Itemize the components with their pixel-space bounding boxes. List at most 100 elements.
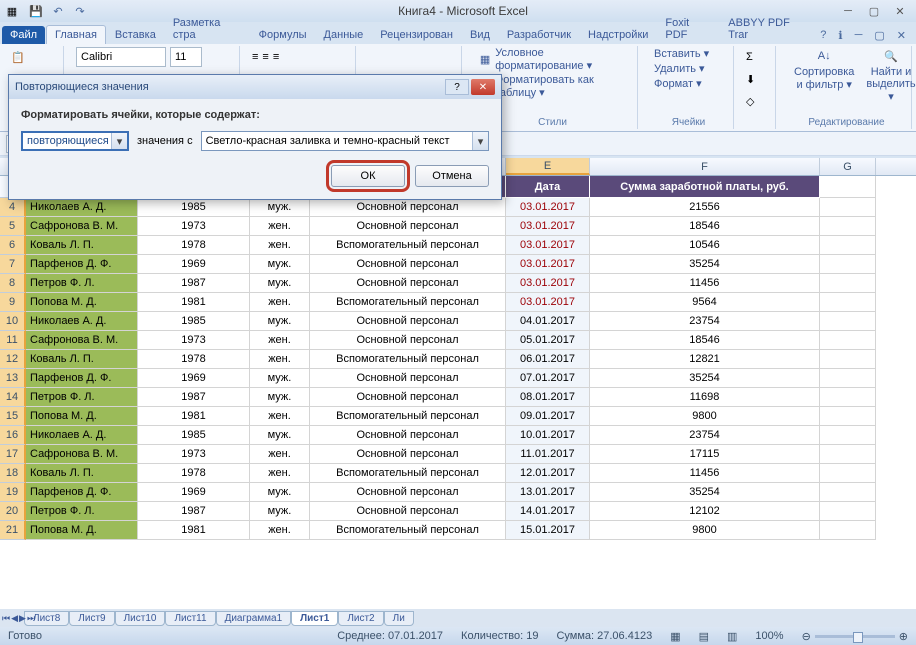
row-header[interactable]: 13 [0, 369, 26, 388]
row-header[interactable]: 4 [0, 198, 26, 217]
cell[interactable]: 06.01.2017 [506, 350, 590, 369]
sheet-tab[interactable]: Диаграмма1 [216, 611, 292, 626]
cell[interactable]: жен. [250, 331, 310, 350]
cell[interactable]: 08.01.2017 [506, 388, 590, 407]
cell[interactable] [820, 502, 876, 521]
align-icon[interactable]: ≡ [252, 51, 258, 63]
cell[interactable]: 1973 [138, 331, 250, 350]
cell[interactable]: Петров Ф. Л. [26, 502, 138, 521]
row-header[interactable]: 15 [0, 407, 26, 426]
sheet-tab[interactable]: Лист11 [165, 611, 215, 626]
row-header[interactable]: 16 [0, 426, 26, 445]
cell[interactable] [820, 445, 876, 464]
cell[interactable]: 03.01.2017 [506, 293, 590, 312]
row-header[interactable]: 18 [0, 464, 26, 483]
cell[interactable]: жен. [250, 464, 310, 483]
cell[interactable]: 1981 [138, 521, 250, 540]
cell[interactable]: 1969 [138, 483, 250, 502]
cell[interactable]: 10.01.2017 [506, 426, 590, 445]
dialog-close-button[interactable]: ✕ [471, 79, 495, 95]
clear-icon[interactable]: ◇ [746, 95, 754, 108]
cell[interactable]: муж. [250, 255, 310, 274]
redo-button[interactable]: ↷ [70, 2, 90, 20]
ribbon-tab-Разработчик[interactable]: Разработчик [499, 26, 579, 44]
fill-icon[interactable]: ⬇ [746, 73, 755, 86]
ribbon-tab-Файл[interactable]: Файл [2, 26, 45, 44]
cell[interactable]: Попова М. Д. [26, 293, 138, 312]
cell[interactable] [820, 236, 876, 255]
undo-button[interactable]: ↶ [48, 2, 68, 20]
row-header[interactable]: 10 [0, 312, 26, 331]
col-header[interactable]: F [590, 158, 820, 175]
cell[interactable]: 23754 [590, 426, 820, 445]
cell[interactable]: 11698 [590, 388, 820, 407]
cell[interactable] [820, 274, 876, 293]
cell[interactable]: 05.01.2017 [506, 331, 590, 350]
cell[interactable]: Вспомогательный персонал [310, 293, 506, 312]
cell[interactable]: Попова М. Д. [26, 521, 138, 540]
cell[interactable]: 03.01.2017 [506, 236, 590, 255]
cell[interactable]: 15.01.2017 [506, 521, 590, 540]
close-button[interactable]: ✕ [888, 3, 912, 19]
cell[interactable]: 10546 [590, 236, 820, 255]
cell[interactable] [820, 350, 876, 369]
cell[interactable]: Николаев А. Д. [26, 312, 138, 331]
insert-cells-button[interactable]: Вставить ▾ [650, 46, 727, 61]
align-icon[interactable]: ≡ [262, 51, 268, 63]
sheet-tab[interactable]: Лист2 [338, 611, 383, 626]
cell[interactable]: муж. [250, 426, 310, 445]
cell[interactable]: 35254 [590, 483, 820, 502]
cell[interactable] [820, 388, 876, 407]
cell[interactable]: 12102 [590, 502, 820, 521]
row-header[interactable]: 19 [0, 483, 26, 502]
sheet-tab[interactable]: Ли [384, 611, 414, 626]
font-size-combo[interactable]: 11 [170, 47, 202, 67]
cell[interactable]: Основной персонал [310, 445, 506, 464]
cell[interactable] [820, 407, 876, 426]
cell[interactable]: муж. [250, 198, 310, 217]
delete-cells-button[interactable]: Удалить ▾ [650, 61, 727, 76]
cell[interactable]: 1981 [138, 407, 250, 426]
cell[interactable]: 12.01.2017 [506, 464, 590, 483]
row-header[interactable]: 20 [0, 502, 26, 521]
cell[interactable]: Основной персонал [310, 502, 506, 521]
cell[interactable]: Вспомогательный персонал [310, 521, 506, 540]
cell[interactable]: муж. [250, 312, 310, 331]
ribbon-tab-Вставка[interactable]: Вставка [107, 26, 164, 44]
cell[interactable]: Парфенов Д. Ф. [26, 369, 138, 388]
cell[interactable]: Вспомогательный персонал [310, 464, 506, 483]
cell[interactable] [820, 198, 876, 217]
cell[interactable] [820, 217, 876, 236]
cell[interactable]: 1985 [138, 198, 250, 217]
cell[interactable] [820, 369, 876, 388]
cell[interactable]: 35254 [590, 255, 820, 274]
view-layout-icon[interactable]: ▤ [699, 630, 709, 643]
paste-icon[interactable]: 📋 [10, 49, 26, 65]
sheet-tab[interactable]: Лист10 [115, 611, 166, 626]
cell[interactable]: 18546 [590, 217, 820, 236]
cell[interactable]: 1985 [138, 312, 250, 331]
cell[interactable]: 1987 [138, 388, 250, 407]
cell[interactable]: 12821 [590, 350, 820, 369]
zoom-out-button[interactable]: ⊖ [802, 630, 811, 643]
ribbon-tab-Данные[interactable]: Данные [316, 26, 372, 44]
cell[interactable]: Основной персонал [310, 369, 506, 388]
cell[interactable]: муж. [250, 274, 310, 293]
row-header[interactable]: 7 [0, 255, 26, 274]
sheet-tab[interactable]: Лист9 [69, 611, 114, 626]
row-header[interactable]: 5 [0, 217, 26, 236]
cell[interactable]: Сафронова В. М. [26, 217, 138, 236]
cell[interactable]: 03.01.2017 [506, 217, 590, 236]
sheet-tab[interactable]: Лист1 [291, 611, 338, 626]
cell[interactable] [820, 464, 876, 483]
minimize-button[interactable]: ─ [836, 3, 860, 19]
row-header[interactable]: 17 [0, 445, 26, 464]
format-style-combo[interactable]: Светло-красная заливка и темно-красный т… [201, 131, 489, 151]
row-header[interactable]: 14 [0, 388, 26, 407]
sheet-nav-button[interactable]: ◀ [11, 613, 18, 624]
row-header[interactable]: 11 [0, 331, 26, 350]
cell[interactable]: 14.01.2017 [506, 502, 590, 521]
cell[interactable]: Основной персонал [310, 198, 506, 217]
ribbon-tab-Вид[interactable]: Вид [462, 26, 498, 44]
cell[interactable] [820, 426, 876, 445]
